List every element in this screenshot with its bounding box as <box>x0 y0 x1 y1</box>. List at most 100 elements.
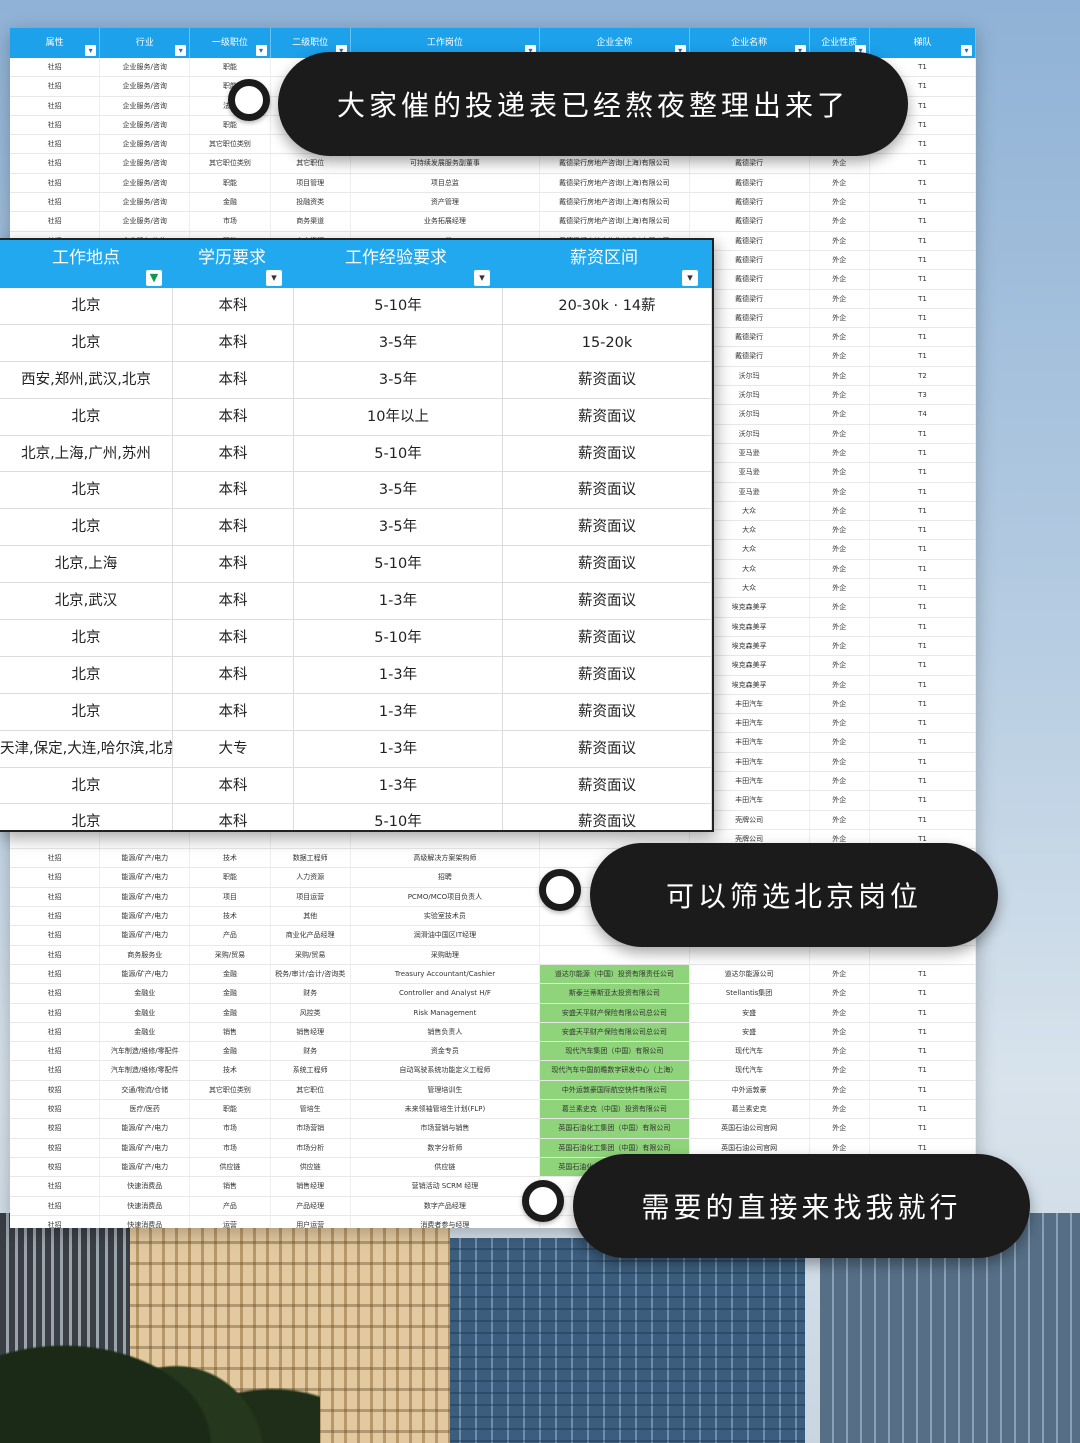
header-location[interactable]: 工作地点 ▼ <box>0 240 172 288</box>
table-row: 北京 本科 3-5年 薪资面议 <box>0 509 712 547</box>
sheet-cell: 外企 <box>810 366 870 386</box>
dropdown-arrow-icon[interactable]: ▾ <box>474 270 490 286</box>
sheet-cell: 外企 <box>810 212 870 231</box>
location-cell: 北京,武汉 <box>0 583 173 620</box>
sheet-cell <box>690 945 810 964</box>
sheet-cell: T1 <box>870 250 976 270</box>
sheet-cell: 其它职位类别 <box>190 1080 271 1100</box>
sheet-cell: T1 <box>870 733 976 752</box>
sheet-cell: 社招 <box>10 945 101 964</box>
sheet-cell: 外企 <box>810 424 870 443</box>
table-row: 西安,郑州,武汉,北京 本科 3-5年 薪资面议 <box>0 361 712 399</box>
location-cell: 北京 <box>0 509 173 546</box>
sheet-cell: T1 <box>870 270 976 289</box>
education-cell: 本科 <box>173 288 294 324</box>
sheet-cell: 供应链 <box>351 1157 541 1177</box>
salary-cell: 20-30k · 14薪 <box>503 288 712 324</box>
sheet-cell: 自动驾驶系统功能定义工程师 <box>351 1061 541 1080</box>
sheet-cell: 商务渠道 <box>271 212 351 231</box>
table-row: 北京,上海 本科 5-10年 薪资面议 <box>0 546 712 584</box>
sheet-cell: 道达尔能源（中国）投资有限责任公司 <box>540 964 690 984</box>
header-education[interactable]: 学历要求 ▾ <box>172 240 292 288</box>
education-cell: 本科 <box>173 767 294 804</box>
sheet-cell: 能源/矿产/电力 <box>100 1157 191 1177</box>
bubble-1-pointer <box>228 79 270 121</box>
sheet-cell: 外企 <box>810 810 870 829</box>
header-salary[interactable]: 薪资区间 ▾ <box>500 240 708 288</box>
sheet-cell: 职能 <box>190 1100 271 1119</box>
sheet-cell: 运营 <box>190 1215 271 1228</box>
sheet-cell: T1 <box>870 1119 976 1138</box>
sheet-cell: T4 <box>870 405 976 424</box>
experience-cell: 5-10年 <box>294 546 503 583</box>
sheet-cell: 金融 <box>190 1003 271 1022</box>
dropdown-arrow-icon[interactable]: ▾ <box>682 270 698 286</box>
education-cell: 大专 <box>173 730 294 767</box>
salary-cell: 薪资面议 <box>503 472 712 509</box>
filtered-table: 工作地点 ▼ 学历要求 ▾ 工作经验要求 ▾ 薪资区间 ▾ 北京 本科 5-10年 2… <box>0 238 714 832</box>
sheet-cell: 外企 <box>810 289 870 308</box>
education-cell: 本科 <box>173 435 294 472</box>
table-row: 北京 本科 10年以上 薪资面议 <box>0 398 712 436</box>
table-row: 北京 本科 5-10年 20-30k · 14薪 <box>0 288 712 325</box>
sheet-cell: 业务拓展经理 <box>351 212 541 231</box>
sheet-cell: 快速消费品 <box>100 1177 191 1196</box>
sheet-cell: 能源/矿产/电力 <box>100 926 191 945</box>
sheet-cell: T1 <box>870 752 976 771</box>
sheet-cell: 社招 <box>10 964 101 984</box>
sheet-cell: T1 <box>870 521 976 540</box>
sheet-header-cell[interactable]: 梯队 <box>870 28 976 58</box>
sheet-cell: 能源/矿产/电力 <box>100 964 191 984</box>
education-cell: 本科 <box>173 804 294 830</box>
sheet-cell: 金融 <box>190 984 271 1003</box>
sheet-cell <box>271 829 351 849</box>
sheet-cell <box>351 829 541 849</box>
sheet-cell: 外企 <box>810 501 870 521</box>
header-experience[interactable]: 工作经验要求 ▾ <box>292 240 500 288</box>
sheet-cell: T1 <box>870 308 976 328</box>
sheet-cell <box>190 829 271 849</box>
sheet-cell: 外企 <box>810 1100 870 1119</box>
sheet-cell: 社招 <box>10 135 101 154</box>
sheet-cell: 外企 <box>810 1080 870 1100</box>
sheet-cell: T1 <box>870 154 976 173</box>
sheet-header-cell[interactable]: 一级职位 <box>190 28 271 58</box>
sheet-header-cell[interactable]: 行业 <box>100 28 191 58</box>
education-cell: 本科 <box>173 620 294 656</box>
sheet-cell: 采购/贸易 <box>190 945 271 964</box>
dropdown-arrow-icon[interactable]: ▾ <box>266 270 282 286</box>
location-cell: 北京,上海,广州,苏州 <box>0 435 173 472</box>
table-row: 北京 本科 1-3年 薪资面议 <box>0 656 712 694</box>
sheet-row: 社招 商务服务业 采购/贸易 采购/贸易 采购助理 <box>10 945 976 965</box>
experience-cell: 3-5年 <box>294 324 503 361</box>
education-cell: 本科 <box>173 583 294 620</box>
sheet-cell: 供应链 <box>190 1157 271 1177</box>
sheet-cell: 用户运营 <box>271 1215 351 1228</box>
experience-cell: 3-5年 <box>294 361 503 398</box>
table-row: 北京 本科 5-10年 薪资面议 <box>0 804 712 830</box>
filter-active-icon[interactable]: ▼ <box>146 270 162 286</box>
sheet-cell: T1 <box>870 501 976 521</box>
sheet-cell: 外企 <box>810 771 870 791</box>
sheet-cell: 外企 <box>810 540 870 559</box>
speech-bubble-3: 需要的直接来找我就行 <box>573 1154 1030 1258</box>
sheet-row: 社招 企业服务/咨询 市场 商务渠道 业务拓展经理 戴德梁行房地产咨询(上海)有限公司 戴德… <box>10 212 976 232</box>
sheet-cell: 戴德梁行 <box>690 154 810 173</box>
sheet-header-cell[interactable]: 属性 <box>10 28 101 58</box>
sheet-cell: T1 <box>870 289 976 308</box>
sheet-cell <box>810 945 870 964</box>
sheet-cell: 社招 <box>10 96 101 115</box>
sheet-cell: T1 <box>870 347 976 366</box>
sheet-cell: 职能 <box>190 868 271 887</box>
filtered-table-body: 北京 本科 5-10年 20-30k · 14薪 北京 本科 3-5年 15-20k 西安,郑州… <box>0 288 712 830</box>
table-row: 天津,保定,大连,哈尔滨,北京 大专 1-3年 薪资面议 <box>0 730 712 768</box>
sheet-cell: 金融业 <box>100 1003 191 1022</box>
location-cell: 北京 <box>0 398 173 435</box>
sheet-cell: 外企 <box>810 984 870 1003</box>
sheet-cell: 中外运敦豪 <box>690 1080 810 1100</box>
location-cell: 北京 <box>0 656 173 693</box>
sheet-cell: 社招 <box>10 1003 101 1022</box>
sheet-cell: T1 <box>870 482 976 501</box>
sheet-cell: Stellantis集团 <box>690 984 810 1003</box>
sheet-cell: T1 <box>870 231 976 250</box>
